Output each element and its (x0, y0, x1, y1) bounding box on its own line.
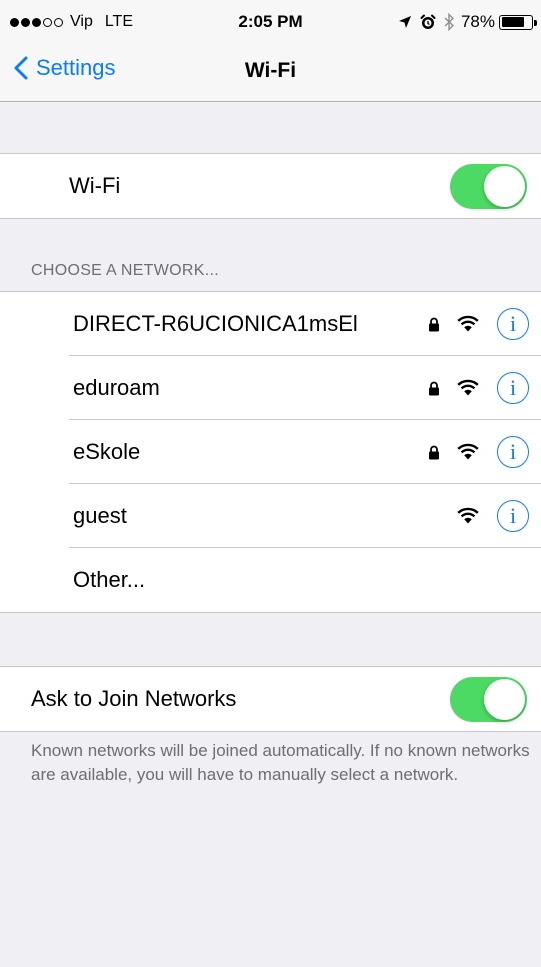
wifi-signal-icon (456, 315, 480, 333)
other-network-label: Other... (73, 567, 146, 592)
ask-to-join-group: Ask to Join Networks (0, 666, 541, 732)
status-bar: Vip LTE 2:05 PM 78% (0, 0, 541, 40)
battery-percentage: 78% (460, 12, 495, 31)
wifi-toggle-group: Wi-Fi (0, 153, 541, 219)
info-icon[interactable]: i (497, 500, 529, 532)
info-icon[interactable]: i (497, 308, 529, 340)
networks-section-header: CHOOSE A NETWORK... (31, 262, 219, 279)
alarm-icon (420, 14, 436, 30)
status-right: 78% (390, 12, 537, 32)
info-icon[interactable]: i (497, 372, 529, 404)
wifi-toggle-row: Wi-Fi (0, 154, 541, 218)
ask-to-join-footer: Known networks will be joined automatica… (31, 741, 530, 784)
bluetooth-icon (444, 13, 455, 31)
networks-list: DIRECT-R6UCIONICA1msEl i eduroam i eSkole i gu… (0, 291, 541, 613)
battery-icon (499, 14, 537, 30)
location-arrow-icon (398, 15, 412, 29)
network-row[interactable]: DIRECT-R6UCIONICA1msEl i (0, 292, 541, 356)
lock-icon (428, 445, 440, 460)
other-network-row[interactable]: Other... (0, 548, 541, 612)
network-name: DIRECT-R6UCIONICA1msEl (73, 311, 358, 336)
ask-to-join-toggle-switch[interactable] (450, 677, 527, 722)
wifi-signal-icon (456, 379, 480, 397)
info-icon[interactable]: i (497, 436, 529, 468)
network-name: guest (73, 503, 127, 528)
network-row[interactable]: guest i (0, 484, 541, 548)
wifi-toggle-switch[interactable] (450, 164, 527, 209)
ask-to-join-row: Ask to Join Networks (0, 667, 541, 731)
wifi-signal-icon (456, 507, 480, 525)
navigation-bar: Settings Wi-Fi (0, 40, 541, 102)
page-title: Wi-Fi (244, 59, 297, 82)
wifi-signal-icon (456, 443, 480, 461)
network-row[interactable]: eduroam i (0, 356, 541, 420)
network-row[interactable]: eSkole i (0, 420, 541, 484)
lock-icon (428, 317, 440, 332)
wifi-label: Wi-Fi (69, 173, 121, 198)
lock-icon (428, 381, 440, 396)
network-name: eSkole (73, 439, 141, 464)
ask-to-join-label: Ask to Join Networks (31, 686, 237, 711)
network-name: eduroam (73, 375, 160, 400)
